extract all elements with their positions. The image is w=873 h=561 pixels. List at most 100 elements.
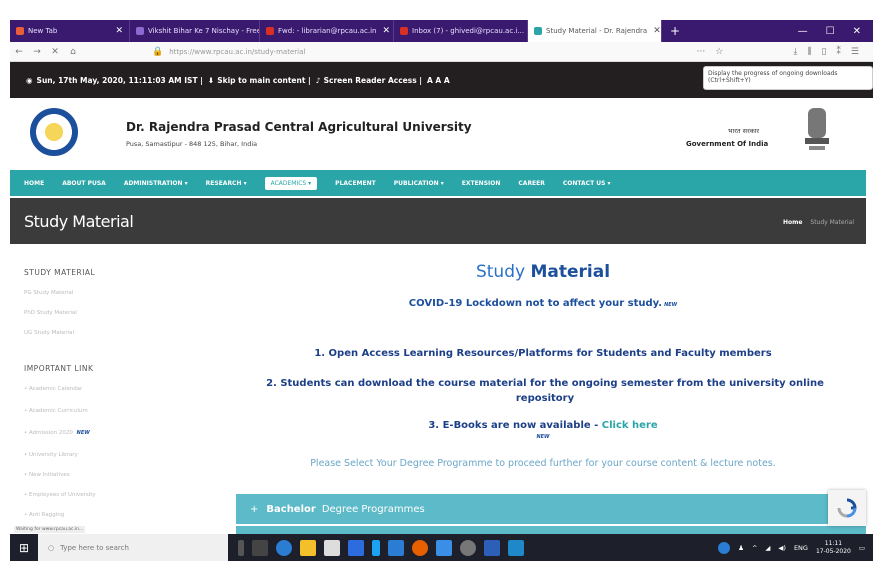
browser-tab-1[interactable]: New Tab ✕	[10, 20, 130, 42]
sidebar-link[interactable]: • Academic Calendar	[24, 386, 82, 392]
ebooks-text: 3. E-Books are now available -	[428, 420, 599, 431]
browser-tab-4[interactable]: Inbox (7) - ghivedi@rpcau.ac.i... ✕	[394, 20, 528, 42]
nav-career[interactable]: CAREER	[518, 180, 544, 187]
search-icon: ○	[48, 543, 55, 552]
nav-contact-us[interactable]: CONTACT US ▾	[563, 180, 611, 187]
breadcrumb: Home Study Material	[783, 219, 854, 226]
site-header: Dr. Rajendra Prasad Central Agricultural…	[10, 98, 873, 170]
stop-icon[interactable]: ✕	[46, 47, 64, 57]
screen: New Tab ✕ Vikshit Bihar Ke 7 Nischay - F…	[0, 0, 873, 561]
chat-icon[interactable]	[436, 539, 452, 556]
minimize-icon[interactable]: —	[798, 26, 808, 37]
store-icon[interactable]	[324, 539, 340, 556]
government-of-india: Government Of India	[686, 140, 769, 148]
nav-extension[interactable]: EXTENSION	[462, 180, 501, 187]
nav-placement[interactable]: PLACEMENT	[335, 180, 376, 187]
sidebar-link[interactable]: PhD Study Material	[24, 310, 77, 316]
nav-research[interactable]: RESEARCH ▾	[206, 180, 247, 187]
close-window-icon[interactable]: ✕	[853, 26, 861, 37]
sidebar-link[interactable]: • New Initiatives	[24, 472, 70, 478]
maximize-icon[interactable]: ☐	[826, 26, 835, 37]
main-content: Study Material COVID-19 Lockdown not to …	[220, 244, 866, 534]
windows-start-icon[interactable]: ⊞	[10, 541, 38, 555]
sidebar-link[interactable]: • Anti Ragging	[24, 512, 64, 518]
app-icon[interactable]	[372, 539, 380, 556]
skip-to-content-link[interactable]: Skip to main content |	[217, 76, 311, 85]
status-bar-url: Waiting for www.rpcau.ac.in...	[14, 526, 86, 533]
sidebar-link[interactable]: • University Library	[24, 452, 78, 458]
browser-tab-active[interactable]: Study Material - Dr. Rajendra ✕	[528, 20, 662, 42]
sidebar-link[interactable]: PG Study Material	[24, 290, 73, 296]
toolbar-right: ··· ☆ ⤓ ⫼ ▯ ⁑ ☰	[697, 47, 873, 57]
recaptcha-icon	[837, 498, 857, 518]
photos-icon[interactable]	[484, 539, 500, 556]
monitor-icon[interactable]	[508, 539, 524, 556]
browser-tab-3[interactable]: Fwd: - librarian@rpcau.ac.in ✕	[260, 20, 394, 42]
text-size-controls[interactable]: A A A	[427, 76, 450, 85]
university-address: Pusa, Samastipur - 848 125, Bihar, India	[126, 140, 258, 148]
taskbar-search[interactable]: ○ Type here to search	[38, 534, 228, 561]
open-access-link[interactable]: 1. Open Access Learning Resources/Platfo…	[220, 348, 866, 359]
covid-notice: COVID-19 Lockdown not to affect your stu…	[220, 298, 866, 309]
sidebar-link[interactable]: • Employees of University	[24, 492, 96, 498]
screen-reader-link[interactable]: Screen Reader Access |	[324, 76, 422, 85]
clock-time: 11:11	[824, 539, 843, 547]
dropbox-icon[interactable]	[348, 539, 364, 556]
back-icon[interactable]: ←	[10, 47, 28, 57]
task-view-icon[interactable]	[252, 539, 268, 556]
recaptcha-badge[interactable]	[828, 490, 866, 526]
language-indicator[interactable]: ENG	[794, 544, 808, 552]
tray-arrow-icon[interactable]: ^	[752, 544, 757, 552]
library-icon[interactable]: ⫼	[807, 47, 811, 57]
taskbar-clock[interactable]: 11:11 17-05-2020	[816, 540, 851, 556]
accordion-rest: Degree Programmes	[321, 503, 425, 515]
nav-academics[interactable]: ACADEMICS ▾	[264, 176, 318, 190]
home-icon[interactable]: ⌂	[64, 47, 82, 57]
content-title: Study Material	[220, 262, 866, 282]
url-field[interactable]: https://www.rpcau.ac.in/study-material	[169, 48, 305, 56]
file-explorer-icon[interactable]	[300, 539, 316, 556]
new-badge-icon: NEW	[664, 302, 678, 308]
new-tab-button[interactable]: +	[662, 24, 688, 38]
university-logo[interactable]	[30, 108, 78, 156]
browser-tab-2[interactable]: Vikshit Bihar Ke 7 Nischay - Free I... ✕	[130, 20, 260, 42]
network-icon[interactable]: ◢	[765, 544, 770, 552]
settings-gear-icon[interactable]	[460, 539, 476, 556]
nav-about-pusa[interactable]: ABOUT PUSA	[62, 180, 106, 187]
sidebar-icon[interactable]: ▯	[821, 47, 826, 57]
menu-icon[interactable]: ☰	[851, 47, 859, 57]
download-icon[interactable]: ⤓	[793, 47, 797, 57]
firefox-icon[interactable]	[412, 539, 428, 556]
select-programme-text: Please Select Your Degree Programme to p…	[310, 458, 776, 469]
edge-icon[interactable]	[276, 539, 292, 556]
sidebar-link[interactable]: • Academic Curriculum	[24, 408, 88, 414]
breadcrumb-home[interactable]: Home	[783, 219, 802, 226]
close-tab-icon[interactable]: ✕	[653, 26, 661, 36]
tab-label: New Tab	[28, 27, 58, 35]
nav-publication[interactable]: PUBLICATION ▾	[394, 180, 444, 187]
ebooks-click-here-link[interactable]: Click here	[602, 420, 658, 431]
window-controls: — ☐ ✕	[798, 26, 873, 37]
close-tab-icon[interactable]: ✕	[382, 26, 390, 36]
extension-icon[interactable]: ⁑	[836, 47, 841, 57]
volume-icon[interactable]: ◀)	[778, 544, 786, 552]
nav-home[interactable]: HOME	[24, 180, 44, 187]
tray-app-icon[interactable]	[718, 541, 731, 554]
mail-icon[interactable]	[388, 539, 404, 556]
course-material-link[interactable]: 2. Students can download the course mate…	[240, 376, 850, 406]
screen-reader-icon: ♪	[315, 75, 321, 85]
nav-administration[interactable]: ADMINISTRATION ▾	[124, 180, 188, 187]
bookmark-star-icon[interactable]: ☆	[715, 47, 723, 57]
forward-icon[interactable]: →	[28, 47, 46, 57]
bachelor-accordion[interactable]: + Bachelor Degree Programmes	[236, 494, 866, 524]
next-accordion[interactable]	[236, 526, 866, 534]
sidebar-link[interactable]: UG Study Material	[24, 330, 74, 336]
page-actions-icon[interactable]: ···	[697, 47, 706, 57]
notification-icon[interactable]: ▭	[859, 544, 865, 552]
mic-icon[interactable]	[238, 539, 244, 556]
arrow-down-icon: ⬇	[207, 75, 215, 85]
system-tray: ♟ ^ ◢ ◀) ENG 11:11 17-05-2020 ▭	[718, 540, 873, 556]
sidebar-link-new[interactable]: • Admission 2020 NEW	[24, 430, 90, 436]
close-tab-icon[interactable]: ✕	[115, 26, 123, 36]
people-icon[interactable]: ♟	[738, 544, 744, 552]
